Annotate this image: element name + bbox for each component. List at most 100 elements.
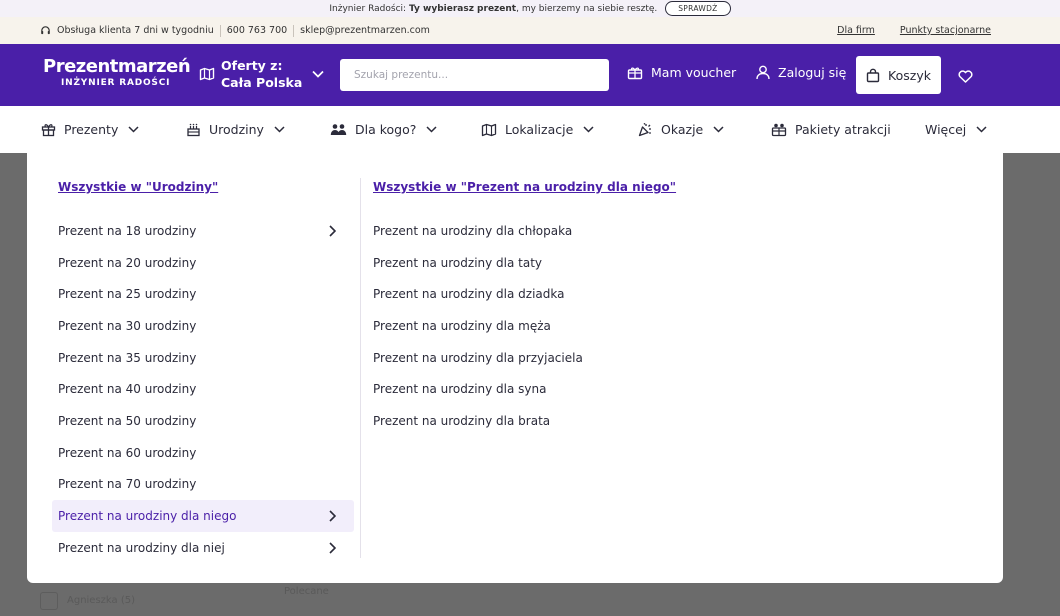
- list-item-label: Prezent na urodziny dla niej: [58, 540, 225, 555]
- people-icon: [330, 124, 347, 135]
- search-box[interactable]: [340, 59, 609, 91]
- nav-item-dla-kogo[interactable]: Dla kogo?: [330, 106, 437, 153]
- list-item-25[interactable]: Prezent na 25 urodziny: [52, 278, 354, 310]
- list-item-husband[interactable]: Prezent na urodziny dla męża: [373, 310, 773, 342]
- login-label: Zaloguj się: [778, 65, 847, 80]
- logo-sub: INŻYNIER RADOŚCI: [61, 78, 171, 88]
- all-birthday-link[interactable]: Wszystkie w "Urodziny": [58, 180, 218, 194]
- list-item-son[interactable]: Prezent na urodziny dla syna: [373, 373, 773, 405]
- voucher-label: Mam voucher: [651, 65, 737, 80]
- nav-label: Prezenty: [64, 122, 119, 137]
- chevron-down-icon: [274, 126, 285, 133]
- gift-icon: [41, 124, 56, 137]
- list-item-label: Prezent na 50 urodziny: [58, 413, 197, 428]
- list-item-label: Prezent na 60 urodziny: [58, 445, 197, 460]
- nav-item-urodziny[interactable]: Urodziny: [186, 106, 285, 153]
- location-selector[interactable]: Oferty z: Cała Polska: [199, 57, 324, 91]
- chevron-down-icon: [583, 126, 594, 133]
- map-icon: [199, 67, 215, 81]
- list-item-35[interactable]: Prezent na 35 urodziny: [52, 342, 354, 374]
- nav-label: Urodziny: [209, 122, 264, 137]
- background-content: Agnieszka (5) Polecane: [0, 583, 1060, 616]
- promo-suffix: , my bierzemy na siebie resztę.: [516, 3, 658, 14]
- info-bar: Obsługa klienta 7 dni w tygodniu 600 763…: [0, 17, 1060, 44]
- voucher-icon: [627, 67, 643, 79]
- list-item-for-her[interactable]: Prezent na urodziny dla niej: [52, 532, 354, 564]
- chevron-right-icon: [329, 225, 336, 237]
- list-item-for-him[interactable]: Prezent na urodziny dla niego: [52, 500, 354, 532]
- list-item-40[interactable]: Prezent na 40 urodziny: [52, 373, 354, 405]
- list-item-60[interactable]: Prezent na 60 urodziny: [52, 437, 354, 469]
- main-nav: Prezenty Urodziny Dla kogo? Lokalizacje …: [0, 106, 1060, 153]
- search-input[interactable]: [354, 69, 609, 81]
- list-item-20[interactable]: Prezent na 20 urodziny: [52, 247, 354, 279]
- background-checkbox: [40, 592, 58, 610]
- offers-label: Oferty z:: [221, 58, 283, 73]
- list-item-grandpa[interactable]: Prezent na urodziny dla dziadka: [373, 278, 773, 310]
- list-item-label: Prezent na 35 urodziny: [58, 350, 197, 365]
- offers-value: Cała Polska: [221, 75, 303, 90]
- nav-item-lokalizacje[interactable]: Lokalizacje: [481, 106, 594, 153]
- list-item-18[interactable]: Prezent na 18 urodziny: [52, 215, 354, 247]
- header: Prezentmarzeń INŻYNIER RADOŚCI Oferty z:…: [0, 44, 1060, 106]
- logo-main: Prezentmarzeń: [43, 56, 191, 77]
- promo-bold: Ty wybierasz prezent: [408, 3, 517, 14]
- nav-item-okazje[interactable]: Okazje: [638, 106, 724, 153]
- all-for-him-link[interactable]: Wszystkie w "Prezent na urodziny dla nie…: [373, 180, 676, 194]
- stationary-points-link[interactable]: Punkty stacjonarne: [900, 25, 991, 36]
- list-item-50[interactable]: Prezent na 50 urodziny: [52, 405, 354, 437]
- nav-label: Lokalizacje: [505, 122, 574, 137]
- list-item-30[interactable]: Prezent na 30 urodziny: [52, 310, 354, 342]
- divider: [293, 24, 295, 37]
- mega-menu-panel: Wszystkie w "Urodziny" Wszystkie w "Prez…: [27, 153, 1003, 583]
- list-item-label: Prezent na 30 urodziny: [58, 318, 197, 333]
- promo-check-button[interactable]: SPRAWDŹ: [665, 1, 731, 16]
- chevron-down-icon: [426, 126, 437, 133]
- chevron-down-icon: [713, 126, 724, 133]
- background-text: Polecane: [284, 586, 329, 597]
- list-item-brother[interactable]: Prezent na urodziny dla brata: [373, 405, 773, 437]
- nav-label: Więcej: [925, 122, 967, 137]
- voucher-button[interactable]: Mam voucher: [627, 65, 736, 80]
- chevron-right-icon: [329, 542, 336, 554]
- cart-label: Koszyk: [888, 67, 931, 83]
- nav-label: Pakiety atrakcji: [795, 122, 891, 137]
- list-item-label: Prezent na 70 urodziny: [58, 477, 197, 492]
- email-link[interactable]: sklep@prezentmarzen.com: [300, 25, 430, 36]
- nav-item-wiecej[interactable]: Więcej: [925, 106, 987, 153]
- chevron-right-icon: [329, 510, 336, 522]
- for-him-list: Prezent na urodziny dla chłopaka Prezent…: [373, 215, 773, 437]
- list-item-70[interactable]: Prezent na 70 urodziny: [52, 469, 354, 501]
- list-item-dad[interactable]: Prezent na urodziny dla taty: [373, 247, 773, 279]
- chevron-down-icon: [976, 126, 987, 133]
- nav-label: Okazje: [661, 122, 704, 137]
- login-button[interactable]: Zaloguj się: [756, 65, 846, 80]
- chevron-down-icon: [312, 70, 324, 78]
- wishlist-button[interactable]: [958, 68, 973, 87]
- list-item-friend[interactable]: Prezent na urodziny dla przyjaciela: [373, 342, 773, 374]
- headset-icon: [41, 26, 50, 35]
- logo[interactable]: Prezentmarzeń INŻYNIER RADOŚCI: [43, 56, 191, 89]
- party-icon: [638, 123, 651, 137]
- heart-icon: [958, 70, 973, 83]
- phone-link[interactable]: 600 763 700: [227, 25, 287, 36]
- cart-button[interactable]: Koszyk: [856, 56, 941, 94]
- list-item-label: Prezent na 18 urodziny: [58, 223, 197, 238]
- column-divider: [360, 178, 361, 558]
- bag-icon: [866, 68, 880, 82]
- nav-item-prezenty[interactable]: Prezenty: [41, 106, 139, 153]
- gift-pack-icon: [771, 123, 787, 137]
- background-text: Agnieszka (5): [67, 595, 136, 606]
- chevron-down-icon: [128, 126, 139, 133]
- promo-bar: Inżynier Radości: Ty wybierasz prezent, …: [0, 0, 1060, 17]
- cake-icon: [187, 123, 200, 137]
- list-item-label: Prezent na urodziny dla niego: [58, 509, 237, 524]
- promo-prefix: Inżynier Radości:: [329, 3, 409, 14]
- nav-item-pakiety-atrakcji[interactable]: Pakiety atrakcji: [771, 106, 891, 153]
- birthday-list: Prezent na 18 urodziny Prezent na 20 uro…: [52, 215, 354, 564]
- user-icon: [756, 65, 770, 80]
- list-item-boyfriend[interactable]: Prezent na urodziny dla chłopaka: [373, 215, 773, 247]
- for-companies-link[interactable]: Dla firm: [837, 25, 875, 36]
- nav-label: Dla kogo?: [355, 122, 417, 137]
- divider: [219, 24, 221, 37]
